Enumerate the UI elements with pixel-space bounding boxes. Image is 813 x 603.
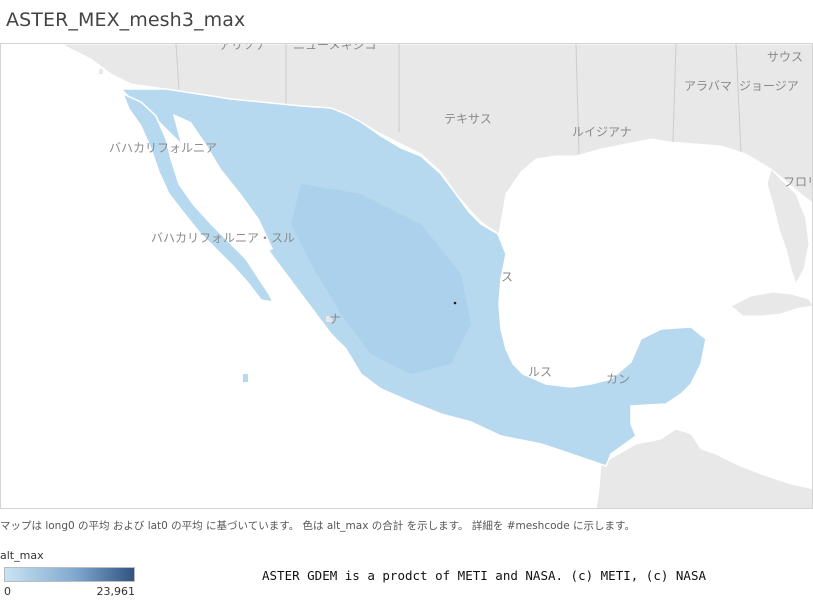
label-nayarit: ナ — [329, 312, 341, 326]
legend-color-ramp[interactable] — [4, 567, 135, 582]
worksheet-title: ASTER_MEX_mesh3_max — [6, 9, 246, 31]
label-alabama: アラバマ — [684, 79, 732, 93]
label-baja-sur: バハカリフォルニア・スル — [151, 231, 295, 245]
label-veracruz: ルス — [528, 365, 552, 379]
label-tamaulipas: ス — [501, 270, 513, 284]
label-georgia: ジョージア — [739, 79, 799, 93]
legend-max: 23,961 — [96, 585, 136, 598]
label-texas: テキサス — [444, 112, 492, 126]
legend-min: 0 — [4, 585, 11, 598]
island — [99, 69, 103, 74]
label-florida: フロリ — [783, 175, 813, 189]
credit-text: ASTER GDEM is a prodct of METI and NASA.… — [262, 568, 707, 583]
legend-title: alt_max — [0, 549, 44, 562]
label-campeche: カン — [606, 372, 630, 386]
label-arizona: アリゾナ — [219, 44, 267, 52]
label-louisiana: ルイジアナ — [572, 125, 632, 139]
cuba-land — [730, 291, 812, 317]
label-baja-norte: バハカリフォルニア — [109, 141, 217, 155]
map-view[interactable]: アリゾナ ニューメキシコ テキサス ルイジアナ アラバマ ジョージア サウス フ… — [0, 43, 813, 509]
city-dot — [453, 301, 457, 305]
label-new-mexico: ニューメキシコ — [293, 44, 377, 52]
island — [243, 374, 248, 382]
map-caption: マップは long0 の平均 および lat0 の平均 に基づいています。 色は… — [0, 520, 635, 532]
map-canvas[interactable]: アリゾナ ニューメキシコ テキサス ルイジアナ アラバマ ジョージア サウス フ… — [1, 44, 813, 509]
label-south: サウス — [767, 50, 803, 64]
